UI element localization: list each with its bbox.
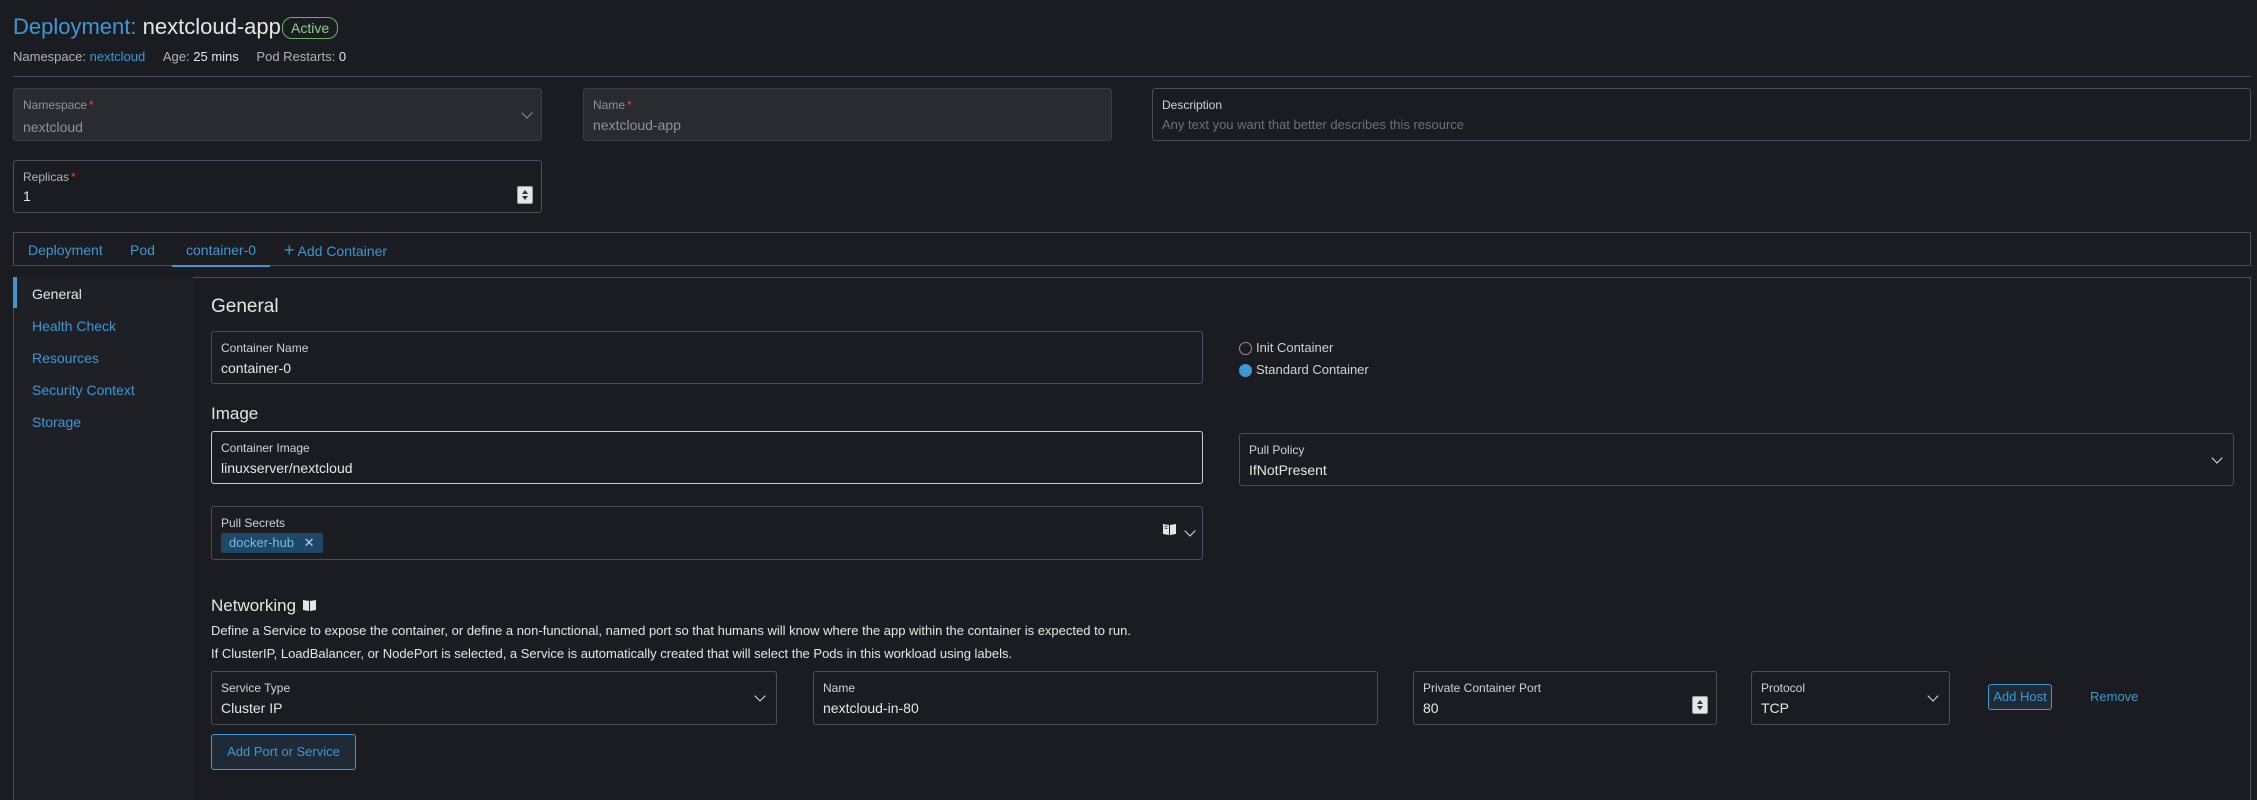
- page-title-kind: Deployment:: [13, 14, 137, 39]
- standard-container-label[interactable]: Standard Container: [1256, 362, 1369, 377]
- add-port-button[interactable]: Add Port or Service: [211, 734, 356, 770]
- replicas-stepper[interactable]: [517, 186, 533, 204]
- port-name-input[interactable]: Name nextcloud-in-80: [813, 671, 1378, 725]
- pull-secrets-select[interactable]: Pull Secrets docker-hub ✕: [211, 506, 1203, 560]
- add-host-button[interactable]: Add Host: [1988, 684, 2052, 710]
- sidenav-item-resources[interactable]: Resources: [32, 350, 99, 366]
- image-heading: Image: [211, 404, 259, 423]
- container-image-value: linuxserver/nextcloud: [221, 460, 353, 476]
- pull-policy-value: IfNotPresent: [1249, 462, 1327, 478]
- container-name-label: Container Name: [221, 341, 309, 355]
- chevron-down-icon: [2211, 452, 2223, 464]
- tab-deployment[interactable]: Deployment: [28, 233, 103, 267]
- pull-secrets-label: Pull Secrets: [221, 516, 286, 530]
- networking-heading: Networking: [211, 596, 316, 616]
- namespace-link[interactable]: nextcloud: [90, 49, 146, 64]
- name-label: Name *: [593, 98, 632, 112]
- protocol-select[interactable]: Protocol TCP: [1751, 671, 1950, 725]
- container-image-input[interactable]: Container Image linuxserver/nextcloud: [211, 431, 1203, 484]
- tab-add-container[interactable]: + Add Container: [284, 233, 387, 267]
- chevron-down-icon[interactable]: [1184, 525, 1196, 537]
- container-name-value: container-0: [221, 360, 292, 376]
- init-container-radio[interactable]: [1239, 342, 1252, 355]
- container-sidenav: General Health Check Resources Security …: [13, 277, 193, 800]
- chevron-down-icon: [521, 107, 533, 119]
- chevron-down-icon: [1927, 690, 1939, 702]
- book-icon[interactable]: [302, 599, 316, 611]
- port-name-value: nextcloud-in-80: [823, 700, 919, 716]
- restarts-meta-value: 0: [338, 49, 347, 64]
- restarts-meta-label: Pod Restarts:: [256, 49, 336, 64]
- workload-tabs: Deployment Pod container-0 + Add Containe…: [13, 232, 2251, 267]
- pull-secret-chip-label: docker-hub: [229, 535, 295, 550]
- sidenav-item-health-check[interactable]: Health Check: [32, 318, 116, 334]
- container-port-input[interactable]: Private Container Port 80: [1413, 671, 1717, 725]
- pull-policy-select[interactable]: Pull Policy IfNotPresent: [1239, 433, 2234, 486]
- standard-container-radio[interactable]: [1239, 364, 1252, 377]
- port-name-label: Name: [823, 681, 856, 695]
- container-port-label: Private Container Port: [1423, 681, 1542, 695]
- page-title: Deployment: nextcloud-app: [13, 14, 281, 40]
- container-image-label: Container Image: [221, 441, 310, 455]
- sidenav-active-indicator: [13, 277, 17, 308]
- replicas-value: 1: [23, 188, 31, 204]
- name-input[interactable]: Name * nextcloud-app: [583, 88, 1112, 141]
- plus-icon: +: [284, 240, 295, 260]
- age-meta-value: 25 mins: [193, 49, 239, 64]
- page-title-name: nextcloud-app: [142, 14, 281, 39]
- chevron-down-icon: [754, 690, 766, 702]
- replicas-label: Replicas *: [23, 170, 76, 184]
- description-placeholder: Any text you want that better describes …: [1162, 117, 1465, 132]
- chip-remove-icon[interactable]: ✕: [304, 535, 315, 550]
- namespace-label: Namespace *: [23, 98, 94, 112]
- remove-button[interactable]: Remove: [2090, 689, 2138, 704]
- age-meta-label: Age:: [162, 49, 190, 64]
- namespace-meta-label: Namespace:: [13, 49, 86, 64]
- status-badge: Active: [282, 17, 339, 39]
- container-name-input[interactable]: Container Name container-0: [211, 331, 1203, 384]
- replicas-input[interactable]: Replicas * 1: [13, 160, 542, 213]
- service-type-label: Service Type: [221, 681, 291, 695]
- namespace-value: nextcloud: [23, 119, 83, 135]
- name-value: nextcloud-app: [593, 117, 681, 133]
- container-content: General Container Name container-0 Init …: [193, 277, 2251, 800]
- sidenav-item-security-context[interactable]: Security Context: [32, 382, 135, 398]
- tab-container-0[interactable]: container-0: [172, 233, 271, 267]
- header-divider: [13, 76, 2251, 77]
- sidenav-item-general[interactable]: General: [32, 286, 82, 302]
- init-container-label[interactable]: Init Container: [1256, 340, 1333, 355]
- description-input[interactable]: Description Any text you want that bette…: [1152, 88, 2251, 141]
- book-icon[interactable]: [1163, 523, 1176, 535]
- container-port-value: 80: [1423, 700, 1439, 716]
- service-type-value: Cluster IP: [221, 700, 283, 716]
- protocol-label: Protocol: [1761, 681, 1806, 695]
- pull-secret-chip: docker-hub ✕: [221, 533, 323, 553]
- tab-pod[interactable]: Pod: [130, 233, 155, 267]
- service-type-select[interactable]: Service Type Cluster IP: [211, 671, 777, 725]
- networking-description-1: Define a Service to expose the container…: [211, 623, 1131, 638]
- pull-policy-label: Pull Policy: [1249, 443, 1305, 457]
- container-port-stepper[interactable]: [1692, 696, 1708, 714]
- description-label: Description: [1162, 98, 1223, 112]
- protocol-value: TCP: [1761, 700, 1789, 716]
- general-heading: General: [211, 296, 279, 317]
- networking-description-2: If ClusterIP, LoadBalancer, or NodePort …: [211, 646, 1013, 661]
- namespace-select[interactable]: Namespace * nextcloud: [13, 88, 542, 141]
- header-meta: Namespace: nextcloud Age: 25 mins Pod Re…: [13, 49, 346, 64]
- sidenav-item-storage[interactable]: Storage: [32, 414, 81, 430]
